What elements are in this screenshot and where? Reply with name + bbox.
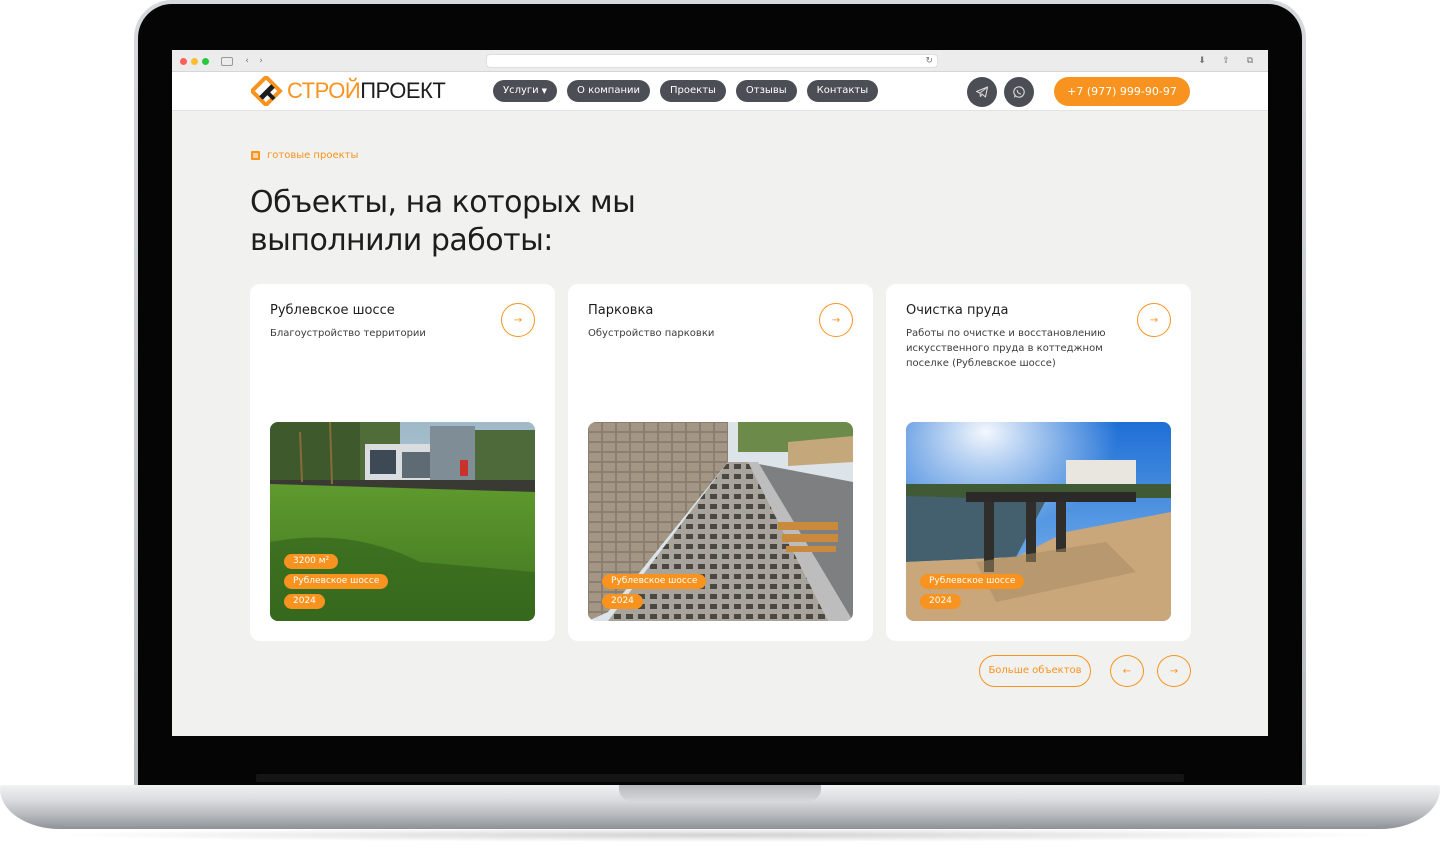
main-nav: Услуги ▼ О компании Проекты Отзывы Конта… — [493, 80, 879, 102]
arrow-left-icon: ← — [1122, 665, 1132, 677]
chip-list: Рублевское шоссе 2024 — [602, 574, 707, 609]
project-card[interactable]: Очистка пруда Работы по очистке и восста… — [886, 284, 1191, 641]
site-header: СТРОЙПРОЕКТ Услуги ▼ О компании Проекты … — [172, 72, 1268, 111]
logo-text-part1: СТРОЙ — [287, 78, 361, 103]
card-title: Рублевское шоссе — [270, 303, 395, 318]
whatsapp-icon — [1013, 86, 1025, 98]
card-description: Благоустройство территории — [270, 328, 426, 339]
laptop-hinge — [256, 774, 1184, 782]
nav-item-about[interactable]: О компании — [567, 80, 651, 102]
location-chip: Рублевское шоссе — [920, 574, 1025, 589]
card-arrow-button[interactable]: → — [819, 303, 853, 337]
telegram-icon — [975, 86, 989, 98]
caret-down-icon: ▼ — [541, 87, 548, 95]
nav-item-label: Услуги — [503, 85, 539, 96]
nav-item-label: О компании — [577, 85, 641, 96]
window-zoom-button[interactable] — [202, 58, 209, 65]
laptop-notch — [619, 785, 821, 801]
chip-list: Рублевское шоссе 2024 — [920, 574, 1025, 609]
laptop-shadow — [40, 828, 1400, 842]
window-close-button[interactable] — [180, 58, 187, 65]
window-minimize-button[interactable] — [191, 58, 198, 65]
tabs-icon[interactable]: ⧉ — [1244, 55, 1256, 67]
chip-list: 3200 м² Рублевское шоссе 2024 — [284, 554, 389, 609]
laptop-screen: ‹ › ↻ ⬇ ⇪ ⧉ СТРОЙПРОЕКТ Услуги ▼ О компа… — [172, 50, 1268, 736]
forward-icon[interactable]: › — [256, 55, 266, 67]
project-card[interactable]: Рублевское шоссе Благоустройство террито… — [250, 284, 555, 641]
project-photo: Рублевское шоссе 2024 — [588, 422, 853, 621]
logo-text-part2: ПРОЕКТ — [360, 78, 446, 103]
card-description: Обустройство парковки — [588, 328, 715, 339]
address-bar[interactable]: ↻ — [486, 54, 938, 68]
nav-item-label: Отзывы — [745, 85, 787, 96]
location-chip: Рублевское шоссе — [284, 574, 389, 589]
download-icon[interactable]: ⬇ — [1196, 55, 1208, 67]
carousel-next-button[interactable]: → — [1157, 655, 1191, 687]
nav-item-reviews[interactable]: Отзывы — [735, 80, 797, 102]
telegram-button[interactable] — [967, 77, 997, 107]
arrow-right-icon: → — [1169, 665, 1179, 677]
arrow-right-icon: → — [831, 314, 841, 326]
page-title: Объекты, на которых мы выполнили работы: — [250, 184, 770, 260]
whatsapp-button[interactable] — [1004, 77, 1034, 107]
section-tag: готовые проекты — [251, 150, 358, 161]
sidebar-toggle-icon[interactable] — [221, 57, 233, 66]
browser-toolbar: ‹ › ↻ ⬇ ⇪ ⧉ — [172, 50, 1268, 72]
logo-text: СТРОЙПРОЕКТ — [287, 76, 446, 106]
project-photo: Рублевское шоссе 2024 — [906, 422, 1171, 621]
arrow-right-icon: → — [513, 314, 523, 326]
card-arrow-button[interactable]: → — [1137, 303, 1171, 337]
page-title-line1: Объекты, на которых мы — [250, 185, 636, 220]
nav-item-label: Контакты — [816, 85, 869, 96]
project-card[interactable]: Парковка Обустройство парковки → Рублевс… — [568, 284, 873, 641]
logo[interactable]: СТРОЙПРОЕКТ — [251, 76, 446, 106]
phone-button[interactable]: +7 (977) 999-90-97 — [1054, 77, 1190, 106]
year-chip: 2024 — [602, 594, 643, 609]
card-title: Парковка — [588, 303, 654, 318]
card-arrow-button[interactable]: → — [501, 303, 535, 337]
card-description: Работы по очистке и восстановлению искус… — [906, 328, 1106, 369]
nav-item-contacts[interactable]: Контакты — [806, 80, 879, 102]
section-tag-label: готовые проекты — [267, 150, 359, 161]
reload-icon[interactable]: ↻ — [925, 55, 933, 68]
carousel-prev-button[interactable]: ← — [1110, 655, 1144, 687]
page-title-line2: выполнили работы: — [250, 223, 553, 258]
location-chip: Рублевское шоссе — [602, 574, 707, 589]
year-chip: 2024 — [920, 594, 961, 609]
nav-item-label: Проекты — [670, 85, 716, 96]
arrow-right-icon: → — [1149, 314, 1159, 326]
project-photo: 3200 м² Рублевское шоссе 2024 — [270, 422, 535, 621]
year-chip: 2024 — [284, 594, 325, 609]
nav-item-projects[interactable]: Проекты — [660, 80, 726, 102]
back-icon[interactable]: ‹ — [242, 55, 252, 67]
tag-square-icon — [251, 151, 260, 160]
more-projects-button[interactable]: Больше объектов — [979, 655, 1091, 687]
card-title: Очистка пруда — [906, 303, 1009, 318]
logo-mark-icon — [251, 76, 283, 106]
share-icon[interactable]: ⇪ — [1220, 55, 1232, 67]
area-chip: 3200 м² — [284, 554, 339, 569]
nav-item-services[interactable]: Услуги ▼ — [493, 80, 558, 102]
